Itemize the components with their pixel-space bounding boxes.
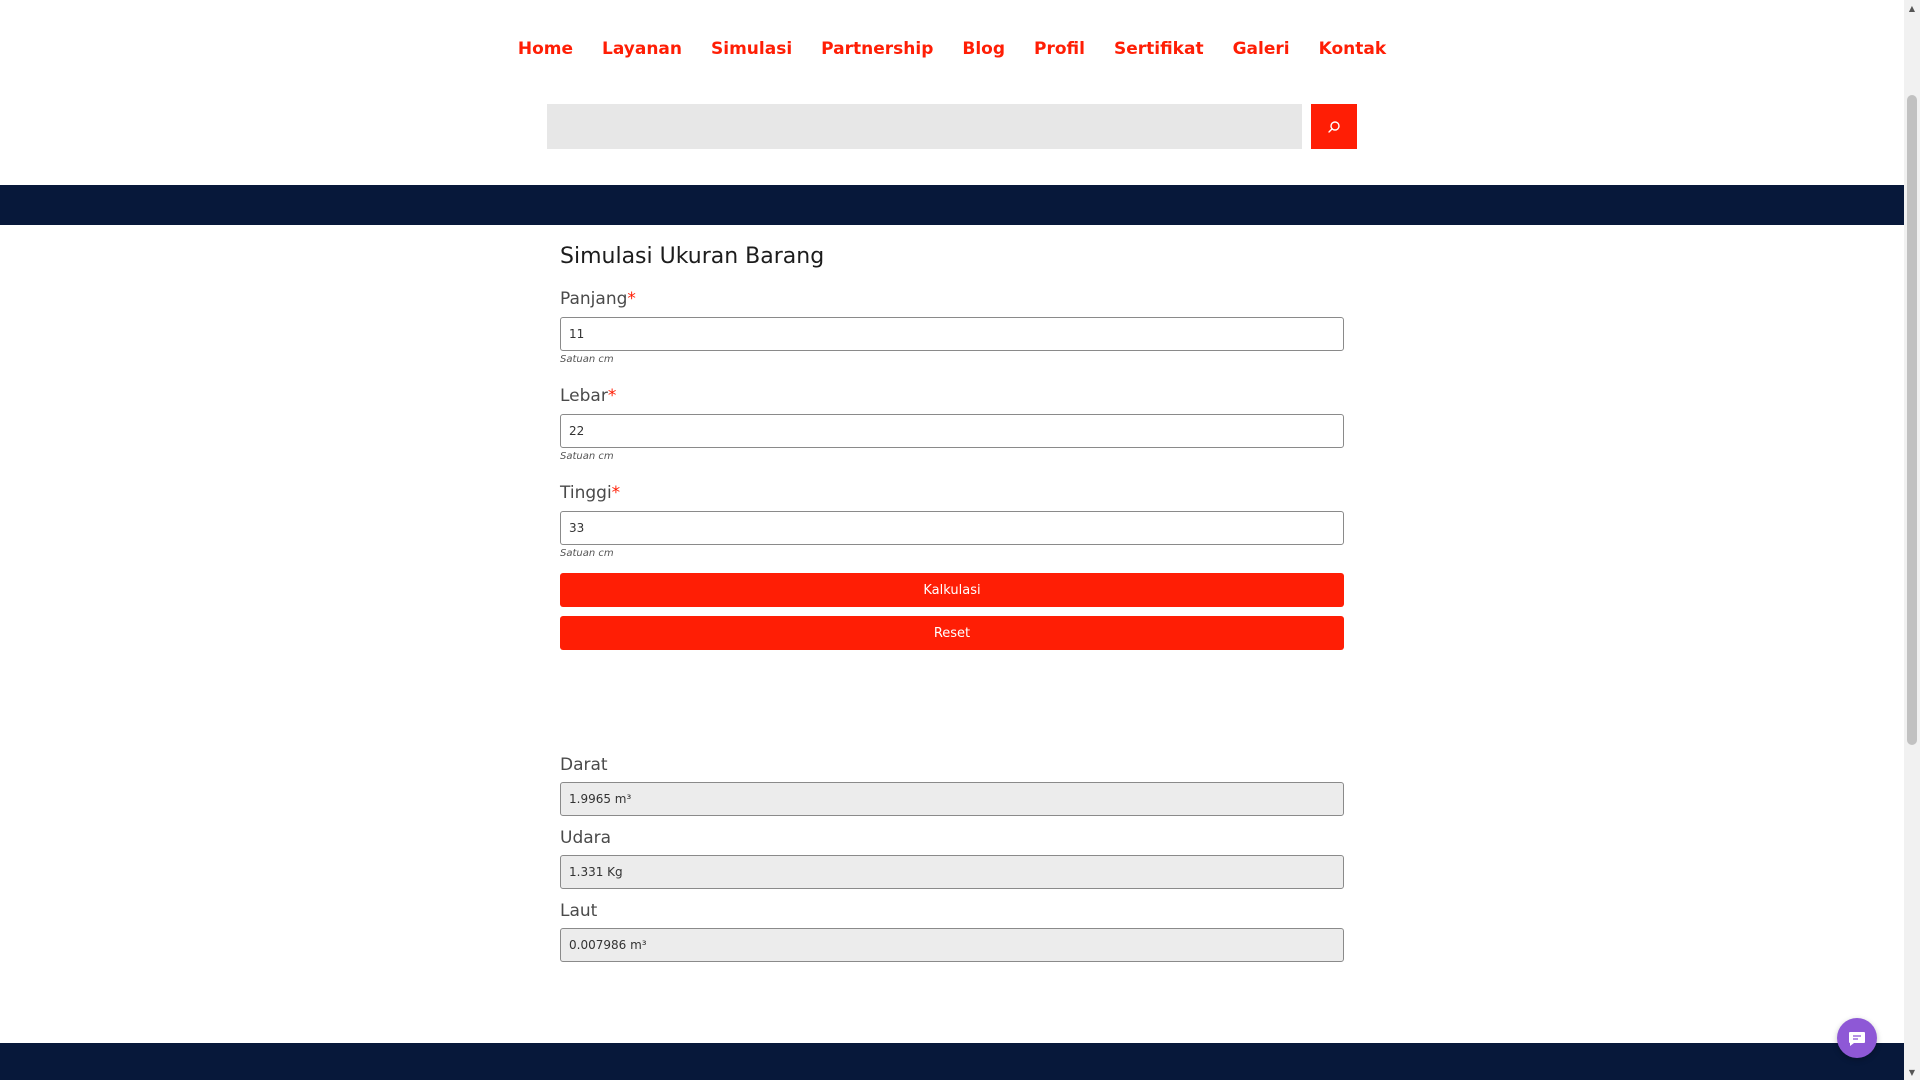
result-label: Udara [560, 828, 612, 848]
required-marker: * [607, 386, 617, 406]
simulation-form: Simulasi Ukuran Barang Panjang* Satuan c… [560, 240, 1344, 962]
field-help: Satuan cm [560, 354, 614, 365]
field-panjang: Panjang* Satuan cm [560, 287, 1344, 367]
nav-sertifikat[interactable]: Sertifikat [1114, 36, 1204, 62]
nav-simulasi[interactable]: Simulasi [711, 36, 792, 62]
field-label-text: Lebar [560, 386, 608, 406]
nav-galeri[interactable]: Galeri [1233, 36, 1290, 62]
form-title: Simulasi Ukuran Barang [560, 244, 825, 269]
field-label-text: Panjang [560, 289, 628, 309]
scroll-down-arrow-icon[interactable]: ▼ [1904, 1064, 1920, 1080]
scrollbar[interactable]: ▲ ▼ [1904, 0, 1920, 1080]
field-label: Panjang* [560, 287, 1344, 311]
result-label: Laut [560, 901, 598, 921]
reset-button[interactable]: Reset [560, 616, 1344, 650]
required-marker: * [611, 483, 621, 503]
field-tinggi: Tinggi* Satuan cm [560, 481, 1344, 561]
lebar-input[interactable] [560, 414, 1344, 448]
search-icon [1328, 120, 1340, 133]
field-help: Satuan cm [560, 451, 614, 462]
field-label-text: Tinggi [560, 483, 612, 503]
field-lebar: Lebar* Satuan cm [560, 384, 1344, 464]
field-help: Satuan cm [560, 548, 614, 559]
nav-partnership[interactable]: Partnership [821, 36, 933, 62]
field-label: Lebar* [560, 384, 1344, 408]
panjang-input[interactable] [560, 317, 1344, 351]
nav-home[interactable]: Home [518, 36, 573, 62]
scroll-up-arrow-icon[interactable]: ▲ [1904, 0, 1920, 16]
scroll-thumb[interactable] [1907, 95, 1917, 745]
tinggi-input[interactable] [560, 511, 1344, 545]
nav-layanan[interactable]: Layanan [602, 36, 682, 62]
result-darat: Darat 1.9965 m³ [560, 753, 1344, 816]
field-label: Tinggi* [560, 481, 1344, 505]
laut-result-field: 0.007986 m³ [560, 928, 1344, 962]
search-input[interactable] [547, 104, 1303, 149]
calculate-button[interactable]: Kalkulasi [560, 573, 1344, 607]
footer-band [0, 1043, 1904, 1080]
search-button[interactable] [1311, 104, 1357, 149]
required-marker: * [627, 289, 636, 309]
chat-button[interactable] [1837, 1018, 1877, 1058]
result-label: Darat [560, 755, 608, 775]
nav-profil[interactable]: Profil [1034, 36, 1085, 62]
result-udara: Udara 1.331 Kg [560, 826, 1344, 889]
result-laut: Laut 0.007986 m³ [560, 899, 1344, 962]
chat-icon [1849, 1032, 1865, 1046]
nav-blog[interactable]: Blog [962, 36, 1005, 62]
main-nav: Home Layanan Simulasi Partnership Blog P… [0, 36, 1904, 62]
search-bar [547, 104, 1357, 149]
header-band [0, 185, 1904, 225]
nav-kontak[interactable]: Kontak [1319, 36, 1387, 62]
darat-result-field: 1.9965 m³ [560, 782, 1344, 816]
udara-result-field: 1.331 Kg [560, 855, 1344, 889]
